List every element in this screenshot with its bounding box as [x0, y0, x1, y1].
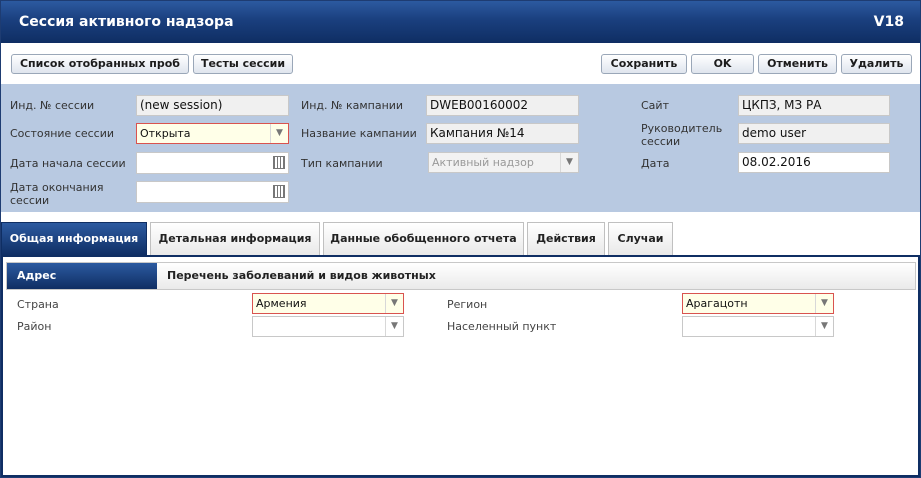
tab-general-info[interactable]: Общая информация	[1, 222, 147, 256]
chevron-down-icon[interactable]: ▼	[385, 294, 403, 313]
end-date-label: Дата окончания сессии	[10, 181, 104, 207]
campaign-name-label: Название кампании	[301, 127, 417, 140]
delete-button[interactable]: Удалить	[841, 54, 912, 74]
session-header-form: Инд. № сессии (new session) Состояние се…	[1, 84, 920, 212]
country-label: Страна	[17, 298, 59, 311]
district-select[interactable]: ▼	[252, 316, 404, 337]
site-field: ЦКПЗ, МЗ РА	[738, 95, 890, 116]
end-date-field[interactable]	[136, 181, 289, 203]
chevron-down-icon[interactable]: ▼	[815, 294, 833, 313]
country-value: Армения	[256, 297, 307, 310]
subtab-address[interactable]: Адрес	[7, 263, 157, 289]
save-button[interactable]: Сохранить	[601, 54, 687, 74]
main-tabs: Общая информация Детальная информация Да…	[1, 212, 920, 256]
region-label: Регион	[447, 298, 488, 311]
chevron-down-icon[interactable]: ▼	[270, 124, 288, 143]
officer-label: Руководитель сессии	[641, 122, 723, 148]
officer-field: demo user	[738, 123, 890, 144]
settlement-label: Населенный пункт	[447, 320, 557, 333]
ok-button[interactable]: OK	[691, 54, 754, 74]
cancel-button[interactable]: Отменить	[758, 54, 837, 74]
samples-list-button[interactable]: Список отобранных проб	[11, 54, 189, 74]
session-id-field: (new session)	[136, 95, 289, 116]
session-window: Сессия активного надзора V18 Список отоб…	[0, 0, 921, 478]
tab-cases[interactable]: Случаи	[608, 222, 673, 256]
version-label: V18	[873, 14, 904, 30]
region-select[interactable]: Арагацотн ▼	[682, 293, 834, 314]
session-tests-button[interactable]: Тесты сессии	[193, 54, 293, 74]
campaign-type-label: Тип кампании	[301, 157, 383, 170]
tab-aggregate-report[interactable]: Данные обобщенного отчета	[323, 222, 524, 256]
calendar-icon[interactable]	[273, 156, 285, 169]
country-select[interactable]: Армения ▼	[252, 293, 404, 314]
address-subtabs: Адрес Перечень заболеваний и видов живот…	[6, 262, 916, 290]
campaign-id-field: DWEB00160002	[426, 95, 579, 116]
window-title: Сессия активного надзора	[19, 14, 234, 30]
date-label: Дата	[641, 157, 670, 170]
campaign-type-select: Активный надзор ▼	[428, 152, 579, 173]
chevron-down-icon[interactable]: ▼	[815, 317, 833, 336]
session-id-label: Инд. № сессии	[10, 99, 95, 112]
chevron-down-icon: ▼	[560, 153, 578, 172]
session-state-label: Состояние сессии	[10, 127, 115, 140]
campaign-name-field: Кампания №14	[426, 123, 579, 144]
session-state-select[interactable]: Открыта ▼	[136, 123, 289, 144]
subtab-diseases-species[interactable]: Перечень заболеваний и видов животных	[157, 263, 457, 289]
title-bar: Сессия активного надзора V18	[1, 1, 920, 43]
campaign-id-label: Инд. № кампании	[301, 99, 404, 112]
tab-panel: Адрес Перечень заболеваний и видов живот…	[1, 255, 920, 477]
start-date-field[interactable]	[136, 152, 289, 174]
district-label: Район	[17, 320, 52, 333]
settlement-select[interactable]: ▼	[682, 316, 834, 337]
session-state-value: Открыта	[140, 127, 191, 140]
chevron-down-icon[interactable]: ▼	[385, 317, 403, 336]
site-label: Сайт	[641, 99, 669, 112]
tab-actions[interactable]: Действия	[527, 222, 605, 256]
toolbar: Список отобранных проб Тесты сессии Сохр…	[1, 43, 920, 84]
calendar-icon[interactable]	[273, 185, 285, 198]
campaign-type-value: Активный надзор	[432, 156, 534, 169]
tab-detailed-info[interactable]: Детальная информация	[150, 222, 320, 256]
region-value: Арагацотн	[686, 297, 748, 310]
date-field[interactable]: 08.02.2016	[738, 152, 890, 173]
start-date-label: Дата начала сессии	[10, 157, 126, 170]
